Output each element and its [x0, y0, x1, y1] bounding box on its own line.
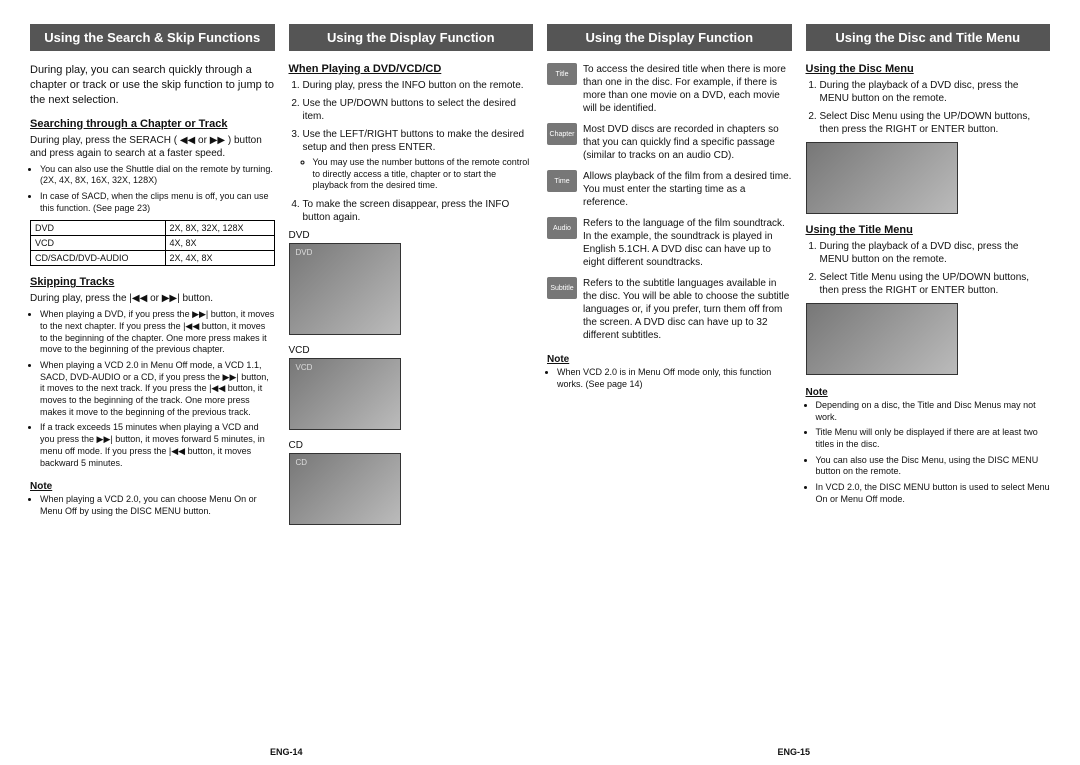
audio-text: Refers to the language of the film sound…	[583, 217, 792, 269]
cell: 2X, 8X, 32X, 128X	[165, 221, 274, 236]
screenshot-title-menu	[806, 303, 958, 375]
speed-table: DVD2X, 8X, 32X, 128X VCD4X, 8X CD/SACD/D…	[30, 220, 275, 266]
lbl-cd: CD	[289, 440, 534, 451]
col1-nb: When playing a VCD 2.0, you can choose M…	[40, 494, 275, 517]
col4-t2: Select Title Menu using the UP/DOWN butt…	[820, 271, 1051, 297]
col1-p2: During play, press the |◀◀ or ▶▶| button…	[30, 292, 275, 305]
chapter-text: Most DVD discs are recorded in chapters …	[583, 123, 792, 162]
col4-n1: Depending on a disc, the Title and Disc …	[816, 400, 1051, 423]
col4-header: Using the Disc and Title Menu	[806, 24, 1051, 51]
col2-s4: To make the screen disappear, press the …	[303, 198, 534, 224]
col4-note: Note	[806, 387, 1051, 398]
col3-nb: When VCD 2.0 is in Menu Off mode only, t…	[557, 367, 792, 390]
cell: DVD	[31, 221, 166, 236]
col4-d1: During the playback of a DVD disc, press…	[820, 79, 1051, 105]
manual-spread: Using the Search & Skip Functions During…	[0, 0, 1080, 765]
title-icon: Title	[547, 63, 577, 85]
osd-screenshot-cd: CD	[289, 453, 401, 525]
subtitle-text: Refers to the subtitle languages availab…	[583, 277, 792, 342]
col4-sub2: Using the Title Menu	[806, 224, 1051, 236]
col-disc-title-menu: Using the Disc and Title Menu Using the …	[806, 24, 1051, 765]
subtitle-icon: Subtitle	[547, 277, 577, 299]
col3-note: Note	[547, 354, 792, 365]
col3-header: Using the Display Function	[547, 24, 792, 51]
col1-p1: During play, press the SERACH ( ◀◀ or ▶▶…	[30, 134, 275, 160]
page-num-left: ENG-14	[270, 747, 303, 757]
time-icon: Time	[547, 170, 577, 192]
col4-n3: You can also use the Disc Menu, using th…	[816, 455, 1051, 478]
col1-intro: During play, you can search quickly thro…	[30, 63, 275, 108]
osd-screenshot-vcd: VCD	[289, 358, 401, 430]
page-num-right: ENG-15	[777, 747, 810, 757]
col1-b1a: You can also use the Shuttle dial on the…	[40, 164, 275, 187]
col4-d2: Select Disc Menu using the UP/DOWN butto…	[820, 110, 1051, 136]
col-search-skip: Using the Search & Skip Functions During…	[30, 24, 275, 765]
col1-header: Using the Search & Skip Functions	[30, 24, 275, 51]
col2-s2: Use the UP/DOWN buttons to select the de…	[303, 97, 534, 123]
cell: CD/SACD/DVD-AUDIO	[31, 251, 166, 266]
col2-s3b: You may use the number buttons of the re…	[313, 157, 534, 192]
lbl-vcd: VCD	[289, 345, 534, 356]
cell: 2X, 4X, 8X	[165, 251, 274, 266]
lbl-dvd: DVD	[289, 230, 534, 241]
col1-b2c: If a track exceeds 15 minutes when playi…	[40, 422, 275, 469]
col2-sub1: When Playing a DVD/VCD/CD	[289, 63, 534, 75]
cell: VCD	[31, 236, 166, 251]
cell: 4X, 8X	[165, 236, 274, 251]
osd-screenshot-dvd: DVD	[289, 243, 401, 335]
audio-icon: Audio	[547, 217, 577, 239]
col4-t1: During the playback of a DVD disc, press…	[820, 240, 1051, 266]
col2-s3: Use the LEFT/RIGHT buttons to make the d…	[303, 128, 534, 192]
col4-n2: Title Menu will only be displayed if the…	[816, 427, 1051, 450]
col1-b2b: When playing a VCD 2.0 in Menu Off mode,…	[40, 360, 275, 418]
col1-note: Note	[30, 481, 275, 492]
chapter-icon: Chapter	[547, 123, 577, 145]
col1-sub2: Skipping Tracks	[30, 276, 275, 288]
col2-header: Using the Display Function	[289, 24, 534, 51]
screenshot-disc-menu	[806, 142, 958, 214]
col4-sub1: Using the Disc Menu	[806, 63, 1051, 75]
col-display-right: Using the Display Function Title To acces…	[547, 24, 792, 765]
col1-b1b: In case of SACD, when the clips menu is …	[40, 191, 275, 214]
col2-s1: During play, press the INFO button on th…	[303, 79, 534, 92]
title-text: To access the desired title when there i…	[583, 63, 792, 115]
col4-n4: In VCD 2.0, the DISC MENU button is used…	[816, 482, 1051, 505]
col-display-left: Using the Display Function When Playing …	[289, 24, 534, 765]
time-text: Allows playback of the film from a desir…	[583, 170, 792, 209]
col1-sub1: Searching through a Chapter or Track	[30, 118, 275, 130]
col1-b2a: When playing a DVD, if you press the ▶▶|…	[40, 309, 275, 356]
